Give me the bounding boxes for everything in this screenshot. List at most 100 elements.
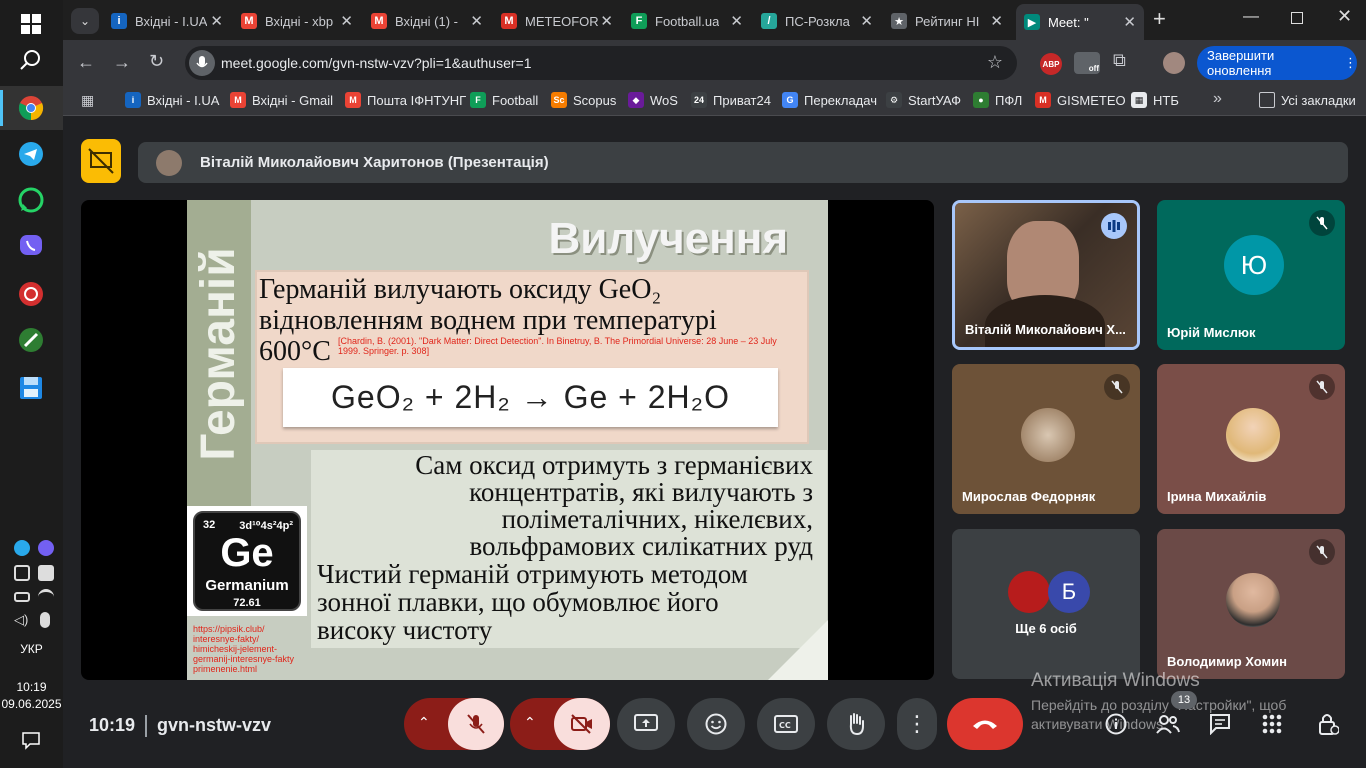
- windows-start-icon[interactable]: [15, 8, 47, 40]
- atomic-mass: 72.61: [233, 597, 261, 609]
- tab-6[interactable]: ★ Рейтинг НІ ✕: [883, 6, 1011, 36]
- adblock-extension-icon[interactable]: ABP: [1040, 53, 1062, 75]
- participant-tile-1[interactable]: Ю Юрій Мислюк: [1157, 200, 1345, 350]
- search-icon[interactable]: [15, 44, 47, 76]
- profile-avatar[interactable]: [1163, 52, 1185, 74]
- chat-icon[interactable]: [1205, 709, 1235, 739]
- bookmark-4[interactable]: Sc Scopus: [551, 92, 616, 108]
- tray-viber-icon[interactable]: [38, 540, 54, 556]
- bookmark-9[interactable]: ● ПФЛ: [973, 92, 1022, 108]
- tray-wifi-icon[interactable]: [38, 589, 54, 605]
- tab-5[interactable]: / ПС-Розкла ✕: [753, 6, 881, 36]
- close-tab-icon[interactable]: ✕: [470, 12, 483, 30]
- emoji-icon: [705, 713, 727, 735]
- host-controls-lock-icon[interactable]: [1313, 709, 1343, 739]
- extension-off-icon[interactable]: off: [1074, 52, 1100, 74]
- participant-tile-0[interactable]: Віталій Миколайович Х...: [952, 200, 1140, 350]
- tab-label: Вхідні (1) -: [395, 13, 459, 29]
- bookmark-0[interactable]: i Вхідні - I.UA: [125, 92, 219, 108]
- participant-tile-more[interactable]: Б Ще 6 осіб: [952, 529, 1140, 679]
- tray-telegram-icon[interactable]: [14, 540, 30, 556]
- whatsapp-icon[interactable]: [15, 184, 47, 216]
- participant-tile-2[interactable]: Мирослав Федорняк: [952, 364, 1140, 514]
- taskbar-date[interactable]: 09.06.2025: [0, 697, 63, 711]
- close-tab-icon[interactable]: ✕: [340, 12, 353, 30]
- close-tab-icon[interactable]: ✕: [730, 12, 743, 30]
- tab-favicon-icon: M: [501, 13, 517, 29]
- more-options-button[interactable]: ⋮: [897, 698, 937, 750]
- apps-grid-icon[interactable]: ▦: [81, 92, 94, 109]
- reactions-button[interactable]: [687, 698, 745, 750]
- tray-battery-icon[interactable]: [14, 592, 30, 602]
- tab-7[interactable]: ▶ Meet: " ✕: [1016, 4, 1144, 40]
- participant-tile-5[interactable]: Володимир Хомин: [1157, 529, 1345, 679]
- bookmark-8[interactable]: ⚙ StartУАФ: [886, 92, 961, 108]
- people-icon[interactable]: 13: [1153, 691, 1197, 739]
- new-tab-icon[interactable]: +: [1153, 6, 1166, 32]
- tab-0[interactable]: i Вхідні - I.UA ✕: [103, 6, 231, 36]
- all-bookmarks[interactable]: Усі закладки: [1259, 92, 1356, 108]
- viber-icon[interactable]: [15, 230, 47, 262]
- taskbar-time[interactable]: 10:19: [0, 680, 63, 694]
- bookmark-5[interactable]: ◆ WoS: [628, 92, 678, 108]
- bookmark-star-icon[interactable]: ☆: [987, 52, 1003, 73]
- close-tab-icon[interactable]: ✕: [990, 12, 1003, 30]
- back-icon[interactable]: ←: [77, 52, 95, 73]
- close-tab-icon[interactable]: ✕: [1123, 13, 1136, 31]
- raise-hand-button[interactable]: [827, 698, 885, 750]
- site-info-icon[interactable]: [189, 50, 215, 76]
- close-tab-icon[interactable]: ✕: [210, 12, 223, 30]
- leave-call-button[interactable]: [947, 698, 1023, 750]
- more-bookmarks-icon[interactable]: »: [1213, 90, 1222, 108]
- extensions-puzzle-icon[interactable]: ⧉: [1113, 50, 1126, 71]
- tab-search-icon[interactable]: ⌄: [71, 8, 99, 34]
- tab-4[interactable]: F Football.ua ✕: [623, 6, 751, 36]
- close-window-icon[interactable]: ✕: [1337, 6, 1352, 27]
- camera-options-chevron-icon[interactable]: ⌃: [524, 714, 536, 731]
- telegram-icon[interactable]: [15, 138, 47, 170]
- participant-tile-3[interactable]: Ірина Михайлів: [1157, 364, 1345, 514]
- keyboard-language[interactable]: УКР: [0, 642, 63, 656]
- meeting-info-icon[interactable]: [1101, 709, 1131, 739]
- bookmark-11[interactable]: ▦ НТБ: [1131, 92, 1179, 108]
- bookmark-7[interactable]: G Перекладач: [782, 92, 877, 108]
- camera-toggle-button[interactable]: [554, 698, 610, 750]
- tab-2[interactable]: M Вхідні (1) - ✕: [363, 6, 491, 36]
- presentation-slide: Германій Вилучення Германій вилучають ок…: [187, 200, 828, 680]
- presentation-indicator-icon[interactable]: [81, 139, 121, 183]
- address-bar[interactable]: meet.google.com/gvn-nstw-vzv?pli=1&authu…: [185, 46, 1017, 80]
- maximize-icon[interactable]: [1291, 12, 1303, 24]
- update-label: Завершити оновлення: [1207, 48, 1275, 78]
- bookmark-label: Scopus: [573, 92, 617, 108]
- floppy-disk-icon[interactable]: [15, 372, 47, 404]
- notifications-icon[interactable]: [15, 724, 47, 756]
- tray-display-icon[interactable]: [14, 565, 30, 581]
- close-tab-icon[interactable]: ✕: [860, 12, 873, 30]
- activities-grid-icon[interactable]: [1257, 709, 1287, 739]
- bookmark-3[interactable]: F Football: [470, 92, 538, 108]
- captions-button[interactable]: CC: [757, 698, 815, 750]
- pen-app-icon[interactable]: [15, 324, 47, 356]
- muted-mic-icon: [1309, 374, 1335, 400]
- present-screen-button[interactable]: [617, 698, 675, 750]
- participant-name: Мирослав Федорняк: [962, 489, 1096, 504]
- tray-security-icon[interactable]: [38, 565, 54, 581]
- bookmark-1[interactable]: M Вхідні - Gmail: [230, 92, 333, 108]
- bookmark-10[interactable]: M GISMETEO: [1035, 92, 1126, 108]
- mic-toggle-button[interactable]: [448, 698, 504, 750]
- camera-app-icon[interactable]: [15, 278, 47, 310]
- reload-icon[interactable]: ↻: [149, 51, 164, 72]
- tab-1[interactable]: M Вхідні - xbp ✕: [233, 6, 361, 36]
- bookmark-6[interactable]: 24 Приват24: [691, 92, 771, 108]
- close-tab-icon[interactable]: ✕: [600, 12, 613, 30]
- more-menu-icon[interactable]: ⋮: [1344, 55, 1357, 71]
- tray-volume-icon[interactable]: ◁): [14, 612, 30, 628]
- mic-options-chevron-icon[interactable]: ⌃: [418, 714, 430, 731]
- bookmark-2[interactable]: M Пошта ІФНТУНГ: [345, 92, 466, 108]
- finish-update-button[interactable]: Завершити оновлення ⋮: [1197, 46, 1357, 80]
- forward-icon[interactable]: →: [113, 52, 131, 73]
- chrome-icon[interactable]: [15, 92, 47, 124]
- tab-3[interactable]: M METEOFOR ✕: [493, 6, 621, 36]
- tray-microphone-icon[interactable]: [40, 612, 50, 628]
- minimize-icon[interactable]: —: [1243, 8, 1259, 26]
